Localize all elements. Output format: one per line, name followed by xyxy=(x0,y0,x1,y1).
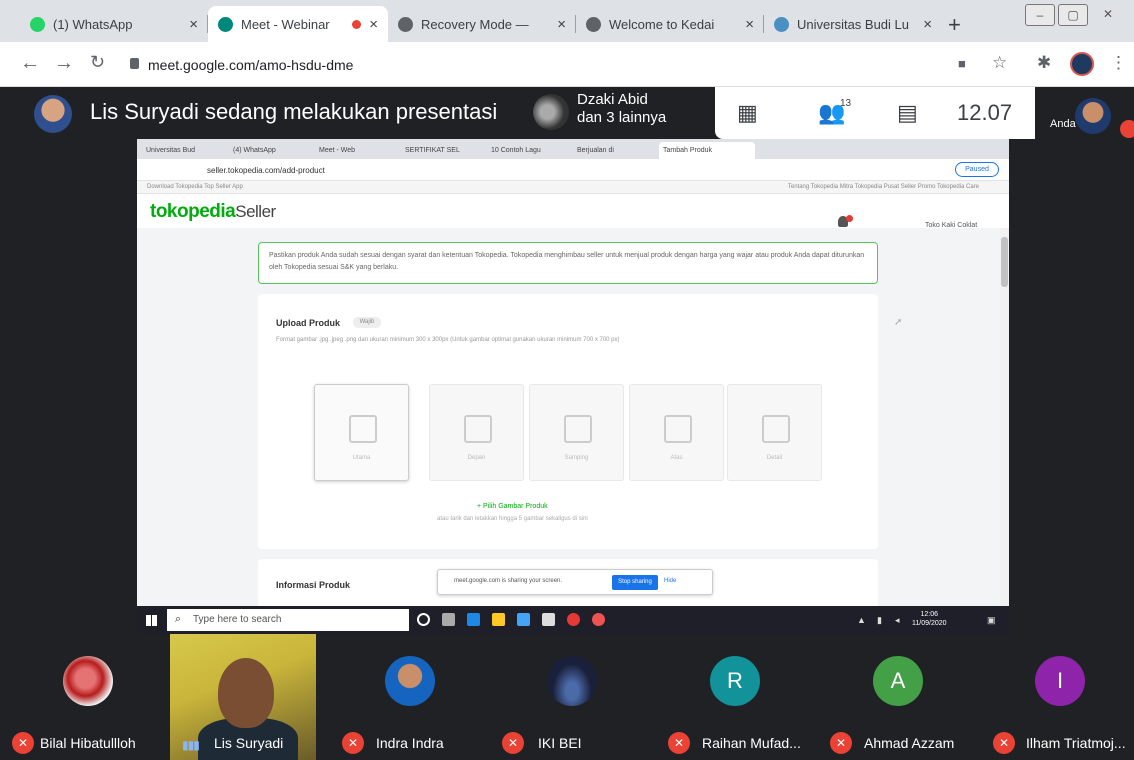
participants-count: 13 xyxy=(840,98,852,109)
tab-whatsapp[interactable]: (1) WhatsApp × xyxy=(20,6,208,42)
mic-off-icon: ✕ xyxy=(12,732,34,754)
menu-icon[interactable]: ⋮ xyxy=(1110,53,1127,73)
tab-meet[interactable]: Meet - Webinar × xyxy=(208,6,388,42)
tab-kedai[interactable]: Welcome to Kedai × xyxy=(576,6,764,42)
pinned-avatar xyxy=(533,94,569,130)
tab-title: Recovery Mode — xyxy=(421,16,529,32)
participant-avatar-bilal[interactable] xyxy=(63,656,113,706)
shared-tab: 10 Contoh Lagu xyxy=(491,147,541,154)
camera-icon[interactable]: ■ xyxy=(958,56,966,71)
minimize-button[interactable]: – xyxy=(1025,4,1055,26)
pinned-name: Dzaki Abid xyxy=(577,91,648,108)
university-icon xyxy=(774,16,789,32)
tab-title: (1) WhatsApp xyxy=(53,16,133,32)
video-person-face xyxy=(218,658,274,728)
pinned-sub: dan 3 lainnya xyxy=(577,109,667,126)
participant-name: Bilal Hibatullloh xyxy=(40,735,136,751)
presenting-text: Lis Suryadi sedang melakukan presentasi xyxy=(90,99,498,124)
tab-universitas[interactable]: Universitas Budi Lu × xyxy=(764,6,942,42)
globe-icon xyxy=(398,16,413,32)
close-tab-icon[interactable]: × xyxy=(189,16,198,33)
shared-tab: Berjualan di xyxy=(577,147,614,154)
shared-url: seller.tokopedia.com/add-product xyxy=(207,166,325,175)
shared-top-links: Download Tokopedia Top Seller App Tentan… xyxy=(137,181,1009,194)
seller-header xyxy=(137,194,1009,228)
self-avatar xyxy=(1075,98,1111,134)
participant-avatar-indra[interactable] xyxy=(385,656,435,706)
address-bar: ← → ↻ meet.google.com/amo-hsdu-dme ■ ☆ ✱… xyxy=(0,42,1134,87)
url-field[interactable]: meet.google.com/amo-hsdu-dme xyxy=(148,57,353,73)
paused-badge: Paused xyxy=(955,162,999,177)
close-tab-icon[interactable]: × xyxy=(745,16,754,33)
tab-recovery[interactable]: Recovery Mode — × xyxy=(388,6,576,42)
new-tab-button[interactable]: + xyxy=(948,12,961,38)
scrollbar xyxy=(1000,228,1009,634)
tab-title: Welcome to Kedai xyxy=(609,16,715,32)
screen: (1) WhatsApp × Meet - Webinar × Recovery… xyxy=(0,0,1134,760)
shared-screen: Universitas Bud (4) WhatsApp Meet - Web … xyxy=(137,139,1009,634)
participant-name: Ahmad Azzam xyxy=(864,735,955,751)
meet-icon xyxy=(218,16,233,32)
participant-avatar-raihan[interactable]: R xyxy=(710,656,760,706)
scroll-thumb xyxy=(1001,237,1008,287)
close-window-button[interactable]: ✕ xyxy=(1093,4,1123,26)
participant-name: IKI BEI xyxy=(538,735,582,751)
browser-tab-bar: (1) WhatsApp × Meet - Webinar × Recovery… xyxy=(0,0,1134,42)
participant-avatar-ahmad[interactable]: A xyxy=(873,656,923,706)
mic-off-icon: ✕ xyxy=(668,732,690,754)
participant-name: Raihan Mufad... xyxy=(702,735,801,751)
speaking-indicator-icon: ▮▮▮ xyxy=(182,738,200,752)
mic-off-icon: ✕ xyxy=(993,732,1015,754)
mic-off-icon: ✕ xyxy=(830,732,852,754)
participant-name: Lis Suryadi xyxy=(214,735,284,751)
self-label: Anda xyxy=(1050,118,1076,130)
forward-icon[interactable]: → xyxy=(54,52,74,75)
shared-tab: SERTIFIKAT SEL xyxy=(405,147,460,154)
shared-tab-bar: Universitas Bud (4) WhatsApp Meet - Web … xyxy=(137,139,1009,159)
bookmark-star-icon[interactable]: ☆ xyxy=(992,53,1007,73)
lock-icon xyxy=(130,58,139,69)
reload-icon[interactable]: ↻ xyxy=(90,52,105,73)
close-tab-icon[interactable]: × xyxy=(557,16,566,33)
tab-title: Universitas Budi Lu xyxy=(797,16,909,32)
maximize-button[interactable]: ▢ xyxy=(1058,4,1088,26)
close-tab-icon[interactable]: × xyxy=(923,16,932,33)
shared-tab: Meet - Web xyxy=(319,147,356,154)
tab-title: Meet - Webinar xyxy=(241,16,330,32)
participant-avatar-ilham[interactable]: I xyxy=(1035,656,1085,706)
layout-grid-icon[interactable]: ▦ xyxy=(737,100,758,126)
mic-off-badge-icon xyxy=(1120,120,1134,138)
shared-address-bar: seller.tokopedia.com/add-product Paused xyxy=(137,159,1009,181)
recording-icon xyxy=(352,19,362,29)
back-icon[interactable]: ← xyxy=(20,52,40,75)
participant-name: Ilham Triatmoj... xyxy=(1026,735,1126,751)
profile-avatar[interactable] xyxy=(1070,52,1094,76)
top-links: Tentang Tokopedia Mitra Tokopedia Pusat … xyxy=(787,184,979,190)
shared-tab: Universitas Bud xyxy=(146,147,196,154)
shared-tab: (4) WhatsApp xyxy=(233,147,276,154)
download-app-link: Download Tokopedia Top Seller App xyxy=(147,184,243,190)
presenter-avatar xyxy=(34,95,72,133)
participant-avatar-iki-bei[interactable] xyxy=(547,656,597,706)
mic-off-icon: ✕ xyxy=(342,732,364,754)
participant-name: Indra Indra xyxy=(376,735,444,751)
seller-content xyxy=(137,228,1003,634)
globe-icon xyxy=(586,16,601,32)
shared-tab-active: Tambah Produk xyxy=(659,142,755,159)
extensions-icon[interactable]: ✱ xyxy=(1037,53,1051,73)
close-tab-icon[interactable]: × xyxy=(369,16,378,33)
mic-off-icon: ✕ xyxy=(502,732,524,754)
chat-icon[interactable]: ▤ xyxy=(897,100,918,126)
meeting-time: 12.07 xyxy=(957,100,1013,125)
pinned-participants[interactable]: Dzaki Abid dan 3 lainnya xyxy=(577,91,666,127)
whatsapp-icon xyxy=(30,16,45,32)
